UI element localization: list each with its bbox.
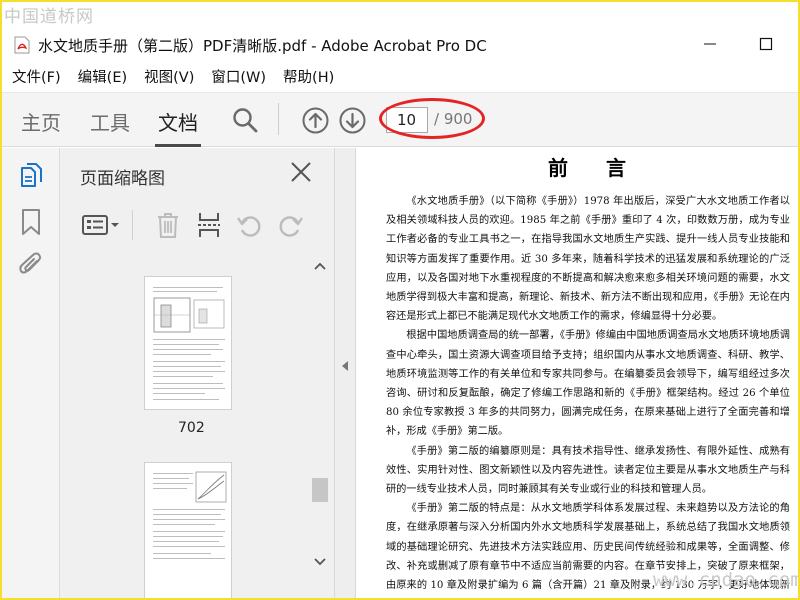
watermark-bottom: www.cndao.com — [653, 569, 798, 591]
bookmark-icon[interactable] — [21, 208, 41, 240]
page-thumbnails-icon[interactable] — [18, 162, 44, 196]
menu-bar: 文件(F) 编辑(E) 视图(V) 窗口(W) 帮助(H) — [2, 62, 798, 90]
scroll-down-icon[interactable] — [314, 558, 326, 566]
page-thumbnails-panel: 页面缩略图 702 — [60, 148, 334, 598]
panel-toolbar-divider — [132, 210, 133, 240]
panel-splitter[interactable] — [334, 148, 356, 598]
document-paragraph: 《手册》第二版的编纂原则是：具有技术指导性、继承发扬性、有限外延性、成熟有效性、… — [386, 445, 790, 496]
main-toolbar: 主页 工具 文档 10 / 900 — [2, 92, 798, 147]
toolbar-divider — [278, 103, 279, 135]
page-thumbnail[interactable] — [144, 462, 232, 598]
menu-file[interactable]: 文件(F) — [12, 66, 61, 87]
thumbnail-options-icon[interactable] — [82, 214, 122, 240]
page-thumbnail-label: 702 — [178, 420, 205, 436]
extract-pages-icon[interactable] — [197, 211, 221, 243]
acrobat-pdf-icon — [14, 36, 30, 54]
scroll-up-icon[interactable] — [314, 262, 326, 270]
menu-edit[interactable]: 编辑(E) — [78, 66, 127, 87]
menu-view[interactable]: 视图(V) — [144, 66, 194, 87]
navigation-rail — [2, 148, 60, 598]
close-icon[interactable] — [290, 161, 312, 187]
menu-window[interactable]: 窗口(W) — [211, 66, 266, 87]
window-title: 水文地质手册（第二版）PDF清晰版.pdf - Adobe Acrobat Pr… — [38, 37, 487, 55]
highlight-annotation — [379, 98, 485, 139]
document-paragraph: 《水文地质手册》（以下简称《手册》）1978 年出版后，深受广大水文地质工作者以… — [386, 196, 790, 323]
maximize-button[interactable] — [754, 32, 778, 56]
previous-page-icon[interactable] — [302, 107, 329, 138]
active-tab-indicator — [155, 144, 201, 147]
page-thumbnail[interactable] — [144, 276, 232, 410]
document-heading: 前言 — [548, 156, 664, 180]
title-bar: 中国道桥网 水文地质手册（第二版）PDF清晰版.pdf - Adobe Acro… — [2, 2, 798, 62]
scrollbar-thumb[interactable] — [312, 478, 328, 502]
menu-help[interactable]: 帮助(H) — [283, 66, 334, 87]
document-body: 《水文地质手册》（以下简称《手册》）1978 年出版后，深受广大水文地质工作者以… — [386, 192, 790, 598]
watermark-top: 中国道桥网 — [4, 7, 94, 27]
tab-document[interactable]: 文档 — [158, 107, 198, 136]
collapse-panel-icon[interactable] — [341, 360, 349, 372]
tab-tools[interactable]: 工具 — [90, 107, 130, 136]
next-page-icon[interactable] — [339, 107, 366, 138]
document-paragraph: 根据中国地质调查局的统一部署，《手册》修编由中国地质调查局水文地质环境地质调查中… — [386, 330, 790, 438]
app-window: 中国道桥网 水文地质手册（第二版）PDF清晰版.pdf - Adobe Acro… — [2, 2, 798, 598]
rotate-clockwise-icon[interactable] — [278, 213, 304, 243]
minimize-button[interactable] — [698, 32, 722, 56]
attachment-icon[interactable] — [18, 252, 44, 284]
panel-title: 页面缩略图 — [80, 169, 165, 189]
thumbnail-scrollbar[interactable] — [310, 258, 330, 598]
search-icon[interactable] — [232, 107, 258, 137]
tab-home[interactable]: 主页 — [21, 107, 61, 136]
rotate-counterclockwise-icon[interactable] — [236, 213, 262, 243]
document-view[interactable]: 前言 《水文地质手册》（以下简称《手册》）1978 年出版后，深受广大水文地质工… — [356, 148, 798, 598]
trash-icon[interactable] — [156, 211, 180, 243]
